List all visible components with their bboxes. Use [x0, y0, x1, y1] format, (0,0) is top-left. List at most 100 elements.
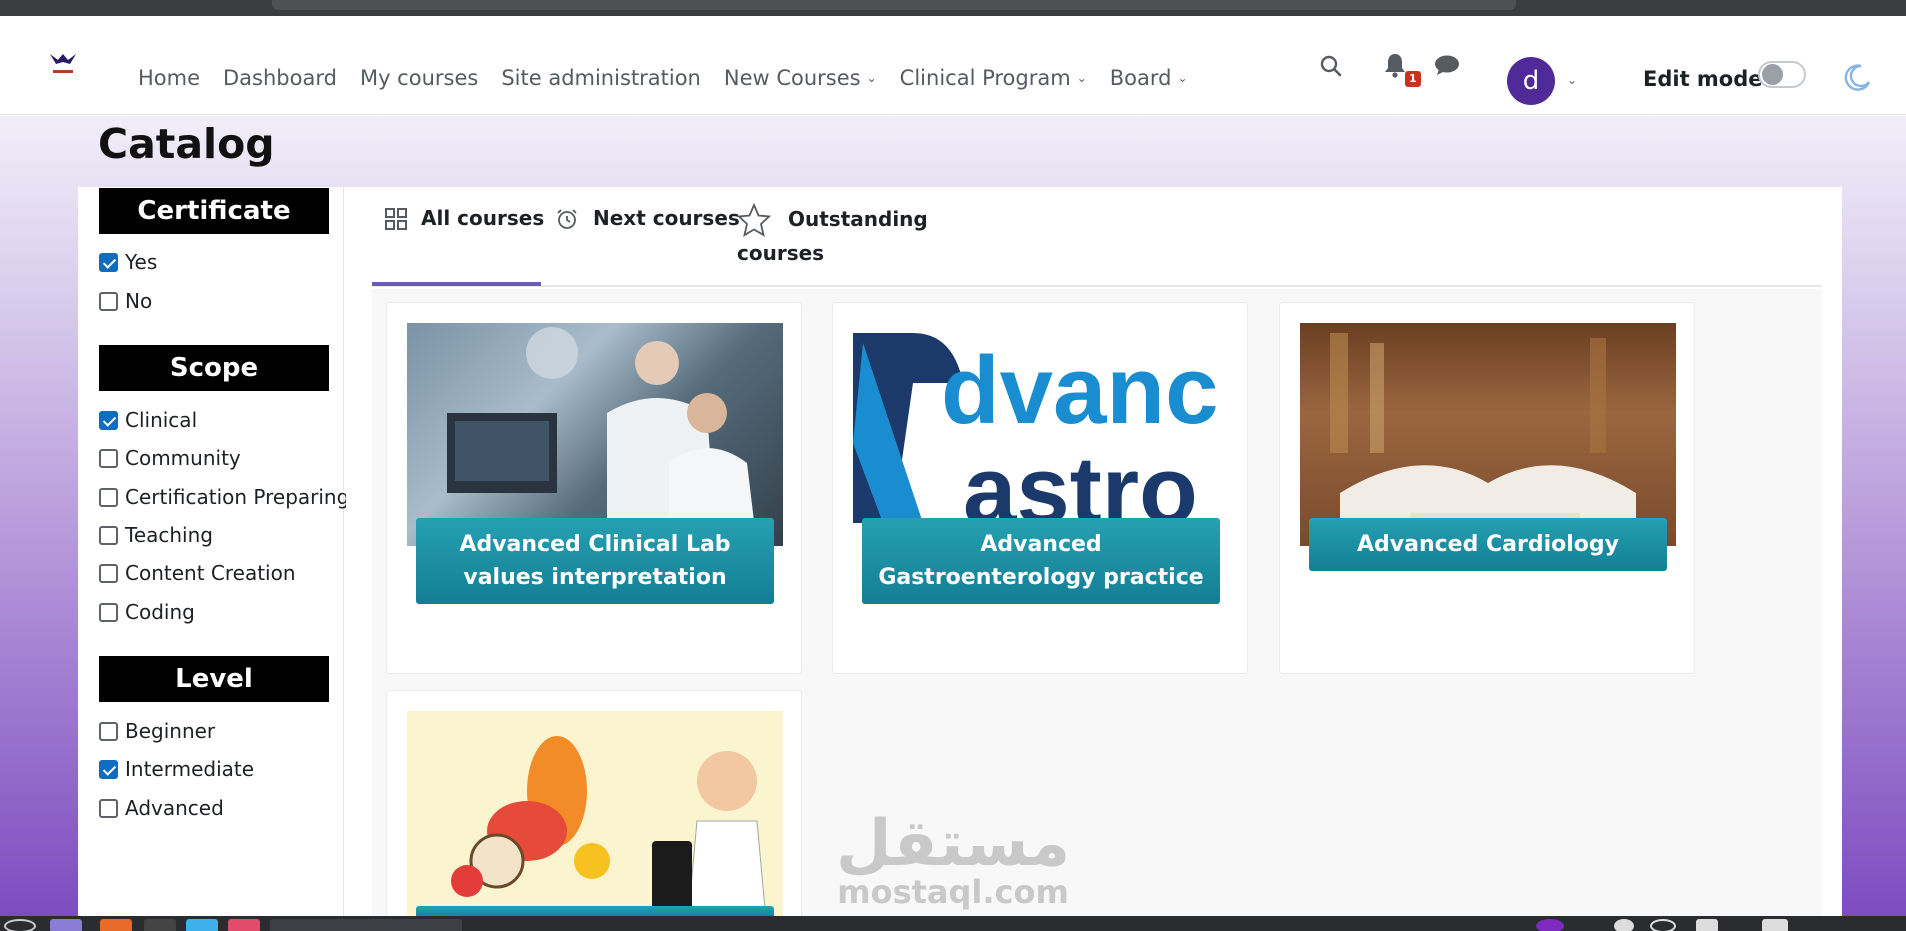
search-icon[interactable]: [1319, 54, 1343, 82]
user-avatar[interactable]: d: [1507, 57, 1555, 105]
avatar-letter: d: [1522, 66, 1540, 96]
filter-level-advanced[interactable]: Advanced: [99, 796, 224, 820]
taskbar-app-icon[interactable]: [186, 919, 218, 931]
messages-chat-icon[interactable]: [1434, 54, 1460, 80]
top-navbar: Home Dashboard My courses Site administr…: [0, 16, 1906, 115]
nav-home[interactable]: Home: [138, 66, 200, 90]
checkbox[interactable]: [99, 798, 118, 818]
checkbox[interactable]: [99, 563, 118, 583]
checkbox[interactable]: [99, 410, 118, 430]
course-title[interactable]: Advanced Cardiology: [1309, 518, 1667, 571]
filter-option-label: Certification Preparing: [125, 485, 350, 509]
course-card[interactable]: dvanc astro Advanced Gastroenterology pra…: [832, 302, 1248, 674]
advanced-gastro-logo-image: dvanc astro: [853, 323, 1229, 546]
nav-board-label: Board: [1109, 66, 1172, 90]
checkbox[interactable]: [99, 291, 118, 311]
tray-app-icon[interactable]: [1614, 919, 1634, 931]
checkbox[interactable]: [99, 487, 118, 507]
filter-scope-clinical[interactable]: Clinical: [99, 408, 197, 432]
taskbar-app-icon[interactable]: [144, 919, 176, 931]
filter-option-label: Clinical: [125, 408, 198, 432]
filter-level-intermediate[interactable]: Intermediate: [99, 757, 254, 781]
checkbox[interactable]: [99, 759, 118, 779]
notifications-bell-icon[interactable]: 1: [1383, 52, 1421, 87]
nav-dashboard[interactable]: Dashboard: [223, 66, 337, 90]
tray-app-icon[interactable]: [1536, 919, 1564, 931]
filter-scope-certification-preparing[interactable]: Certification Preparing: [99, 485, 349, 509]
checkbox[interactable]: [99, 721, 118, 741]
grid-icon: [385, 208, 407, 235]
primary-nav: Home Dashboard My courses Site administr…: [138, 66, 1211, 90]
checkbox[interactable]: [99, 525, 118, 545]
nav-dashboard-label: Dashboard: [223, 66, 337, 90]
nav-new-courses-label: New Courses: [723, 66, 861, 90]
filter-certificate-no[interactable]: No: [99, 289, 152, 313]
filter-option-label: Coding: [125, 600, 195, 624]
filter-option-label: Beginner: [125, 719, 216, 743]
chevron-down-icon[interactable]: ⌄: [1567, 73, 1577, 87]
filter-certificate-yes[interactable]: Yes: [99, 250, 157, 274]
filter-option-label: Teaching: [125, 523, 213, 547]
watermark-latin: mostaql.com: [837, 873, 1069, 911]
course-card[interactable]: [386, 690, 802, 931]
dark-mode-moon-icon[interactable]: [1842, 62, 1872, 96]
course-title[interactable]: Advanced Clinical Lab values interpretat…: [416, 518, 774, 604]
filter-heading-scope: Scope: [99, 345, 329, 391]
course-card[interactable]: Advanced Clinical Lab values interpretat…: [386, 302, 802, 674]
browser-url-bar[interactable]: [272, 0, 1516, 10]
chevron-down-icon: ⌄: [866, 71, 877, 85]
tab-outstanding-courses[interactable]: Outstanding courses: [736, 202, 928, 270]
nav-home-label: Home: [138, 66, 201, 90]
checkbox[interactable]: [99, 448, 118, 468]
edit-mode-label: Edit mode: [1643, 67, 1763, 91]
gastro-logo-text-top: dvanc astro: [941, 337, 1218, 544]
nav-site-administration[interactable]: Site administration: [501, 66, 701, 90]
course-title[interactable]: Advanced Gastroenterology practice: [862, 518, 1220, 604]
nav-board[interactable]: Board ⌄: [1110, 66, 1188, 90]
filter-option-label: Community: [125, 446, 241, 470]
watermark-arabic: مستقل: [836, 807, 1071, 881]
notification-count-badge: 1: [1405, 71, 1421, 87]
nav-my-courses-label: My courses: [359, 66, 479, 90]
chevron-down-icon: ⌄: [1076, 71, 1087, 85]
tab-all-courses[interactable]: All courses: [385, 206, 544, 235]
tab-label: All courses: [421, 206, 545, 230]
battery-icon[interactable]: [1696, 919, 1718, 931]
wifi-icon[interactable]: [1650, 919, 1676, 931]
lab-scientists-image: [407, 323, 783, 546]
toggle-knob: [1762, 64, 1783, 85]
checkbox[interactable]: [99, 252, 118, 272]
os-taskbar: [0, 916, 1906, 931]
nav-my-courses[interactable]: My courses: [360, 66, 478, 90]
nav-clinical-program-label: Clinical Program: [899, 66, 1071, 90]
filter-heading-certificate: Certificate: [99, 188, 329, 234]
filter-option-label: Advanced: [125, 796, 224, 820]
filter-scope-content-creation[interactable]: Content Creation: [99, 561, 296, 585]
checkbox[interactable]: [99, 602, 118, 622]
active-tab-indicator: [372, 282, 541, 286]
taskbar-app-icon[interactable]: [228, 919, 260, 931]
filter-level-beginner[interactable]: Beginner: [99, 719, 215, 743]
nav-clinical-program[interactable]: Clinical Program ⌄: [900, 66, 1087, 90]
filter-scope-community[interactable]: Community: [99, 446, 241, 470]
chevron-down-icon: ⌄: [1177, 71, 1188, 85]
tab-label: Next courses: [593, 206, 740, 230]
site-logo[interactable]: [46, 50, 80, 78]
filter-option-label: No: [125, 289, 153, 313]
nav-new-courses[interactable]: New Courses ⌄: [724, 66, 877, 90]
volume-icon[interactable]: [1762, 919, 1788, 931]
taskbar-app-icon[interactable]: [50, 919, 82, 931]
start-menu-icon[interactable]: [4, 919, 36, 931]
taskbar-app-icon[interactable]: [100, 919, 132, 931]
filter-option-label: Content Creation: [125, 561, 296, 585]
browser-top-strip: [0, 0, 1906, 16]
filter-option-label: Intermediate: [125, 757, 255, 781]
course-card[interactable]: Advanced Cardiology: [1279, 302, 1695, 674]
edit-mode-toggle[interactable]: [1758, 61, 1806, 88]
filter-scope-teaching[interactable]: Teaching: [99, 523, 213, 547]
filter-scope-coding[interactable]: Coding: [99, 600, 195, 624]
nav-site-administration-label: Site administration: [501, 66, 701, 90]
tab-next-courses[interactable]: Next courses: [555, 206, 740, 236]
taskbar-active-window[interactable]: [270, 919, 462, 931]
nutrition-doctor-fruits-image: [407, 711, 783, 931]
